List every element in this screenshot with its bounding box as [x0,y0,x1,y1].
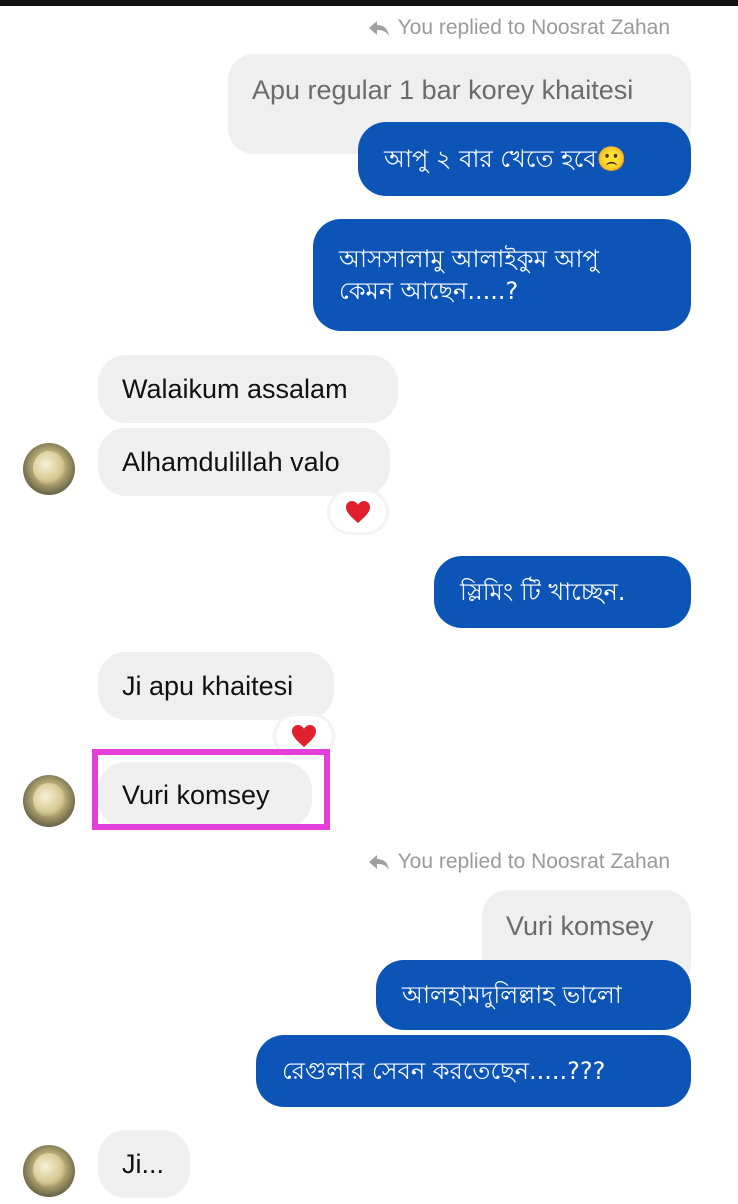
message-text: রেগুলার সেবন করতেছেন.....??? [282,1056,606,1085]
message-text: Walaikum assalam [122,373,348,404]
incoming-message[interactable]: Walaikum assalam [98,355,398,423]
contact-avatar[interactable] [23,443,75,495]
quoted-message-text: Apu regular 1 bar korey khaitesi [252,75,634,105]
message-text: Alhamdulillah valo [122,446,340,477]
reply-context-note: You replied to Noosrat Zahan [368,850,670,874]
reply-context-text: You replied to Noosrat Zahan [397,850,670,873]
outgoing-message[interactable]: স্লিমিং টি খাচ্ছেন. [434,556,691,628]
contact-avatar[interactable] [23,775,75,827]
red-heart-icon [346,501,370,523]
message-text: স্লিমিং টি খাচ্ছেন. [460,577,626,606]
message-text-line-2: কেমন আছেন.....? [339,277,519,305]
reaction-badge[interactable] [330,492,386,532]
outgoing-message[interactable]: আলহামদুলিল্লাহ ভালো [376,960,691,1030]
outgoing-message[interactable]: আপু ২ বার খেতে হবে🙁 [358,122,691,196]
message-text: Ji... [122,1148,165,1179]
message-text: আপু ২ বার খেতে হবে🙁 [384,144,627,173]
reply-arrow-icon [368,21,389,36]
outgoing-message[interactable]: আসসালামু আলাইকুম আপু কেমন আছেন.....? [313,219,691,331]
incoming-message[interactable]: Ji apu khaitesi [98,652,334,720]
incoming-message[interactable]: Ji... [98,1130,190,1198]
red-heart-icon [292,725,316,747]
reply-arrow-icon [368,855,389,870]
highlight-box [92,749,330,830]
reply-context-text: You replied to Noosrat Zahan [397,16,670,39]
reply-context-note: You replied to Noosrat Zahan [368,16,670,40]
contact-avatar[interactable] [23,1145,75,1197]
outgoing-message[interactable]: রেগুলার সেবন করতেছেন.....??? [256,1035,691,1107]
quoted-message-text: Vuri komsey [506,911,654,941]
incoming-message[interactable]: Alhamdulillah valo [98,428,390,496]
message-text: আলহামদুলিল্লাহ ভালো [402,980,622,1009]
status-bar-edge [0,0,738,6]
message-text: Ji apu khaitesi [122,670,294,701]
message-text-line-1: আসসালামু আলাইকুম আপু [339,244,599,273]
